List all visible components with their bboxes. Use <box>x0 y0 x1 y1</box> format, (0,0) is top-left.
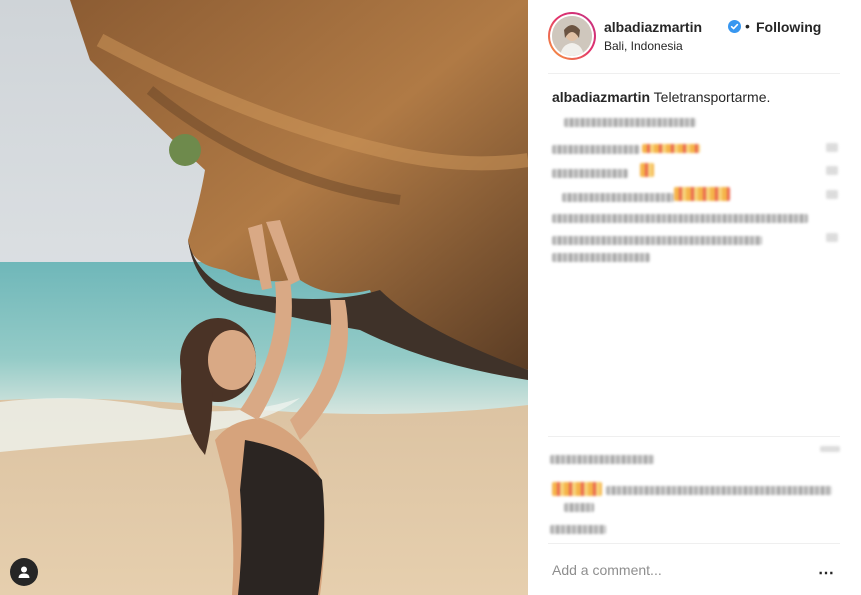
caption-text: Teletransportarme. <box>653 89 771 105</box>
obscured-emoji <box>642 144 700 153</box>
obscured-line <box>552 169 628 178</box>
beach-cave-photo <box>0 0 528 595</box>
obscured-like <box>826 143 838 152</box>
post-caption: albadiazmartin Teletransportarme. <box>552 89 770 105</box>
obscured-line <box>564 118 696 127</box>
caption-username[interactable]: albadiazmartin <box>552 89 650 105</box>
tag-user-button[interactable] <box>10 558 38 586</box>
obscured-line <box>552 214 808 223</box>
obscured-line <box>552 145 640 154</box>
user-tag-icon <box>18 566 30 578</box>
obscured-line <box>562 193 674 202</box>
avatar[interactable] <box>548 12 596 60</box>
avatar-image <box>552 16 592 56</box>
header-separator: • <box>745 18 750 34</box>
verified-badge-icon <box>728 20 741 33</box>
obscured-line <box>552 236 762 245</box>
obscured-line <box>564 503 594 512</box>
obscured-line <box>606 486 832 495</box>
obscured-like <box>826 233 838 242</box>
post-location[interactable]: Bali, Indonesia <box>604 39 683 53</box>
obscured-line <box>550 455 654 464</box>
obscured-like <box>826 190 838 199</box>
post-photo[interactable] <box>0 0 528 595</box>
following-button[interactable]: Following <box>756 19 821 35</box>
add-comment-input[interactable]: Add a comment... <box>552 562 662 578</box>
more-options-icon[interactable]: ⋯ <box>818 563 835 583</box>
post-header: albadiazmartin • Following Bali, Indones… <box>548 12 840 74</box>
obscured-timestamp <box>550 525 606 534</box>
obscured-like <box>826 166 838 175</box>
divider <box>548 543 840 544</box>
obscured-emoji <box>674 187 730 201</box>
obscured-emoji <box>552 482 602 496</box>
obscured-icon <box>820 446 840 452</box>
post-side-panel: albadiazmartin • Following Bali, Indones… <box>528 0 861 595</box>
obscured-line <box>552 253 650 262</box>
post-author-username[interactable]: albadiazmartin <box>604 19 702 35</box>
divider <box>548 436 840 437</box>
obscured-emoji <box>640 163 654 177</box>
